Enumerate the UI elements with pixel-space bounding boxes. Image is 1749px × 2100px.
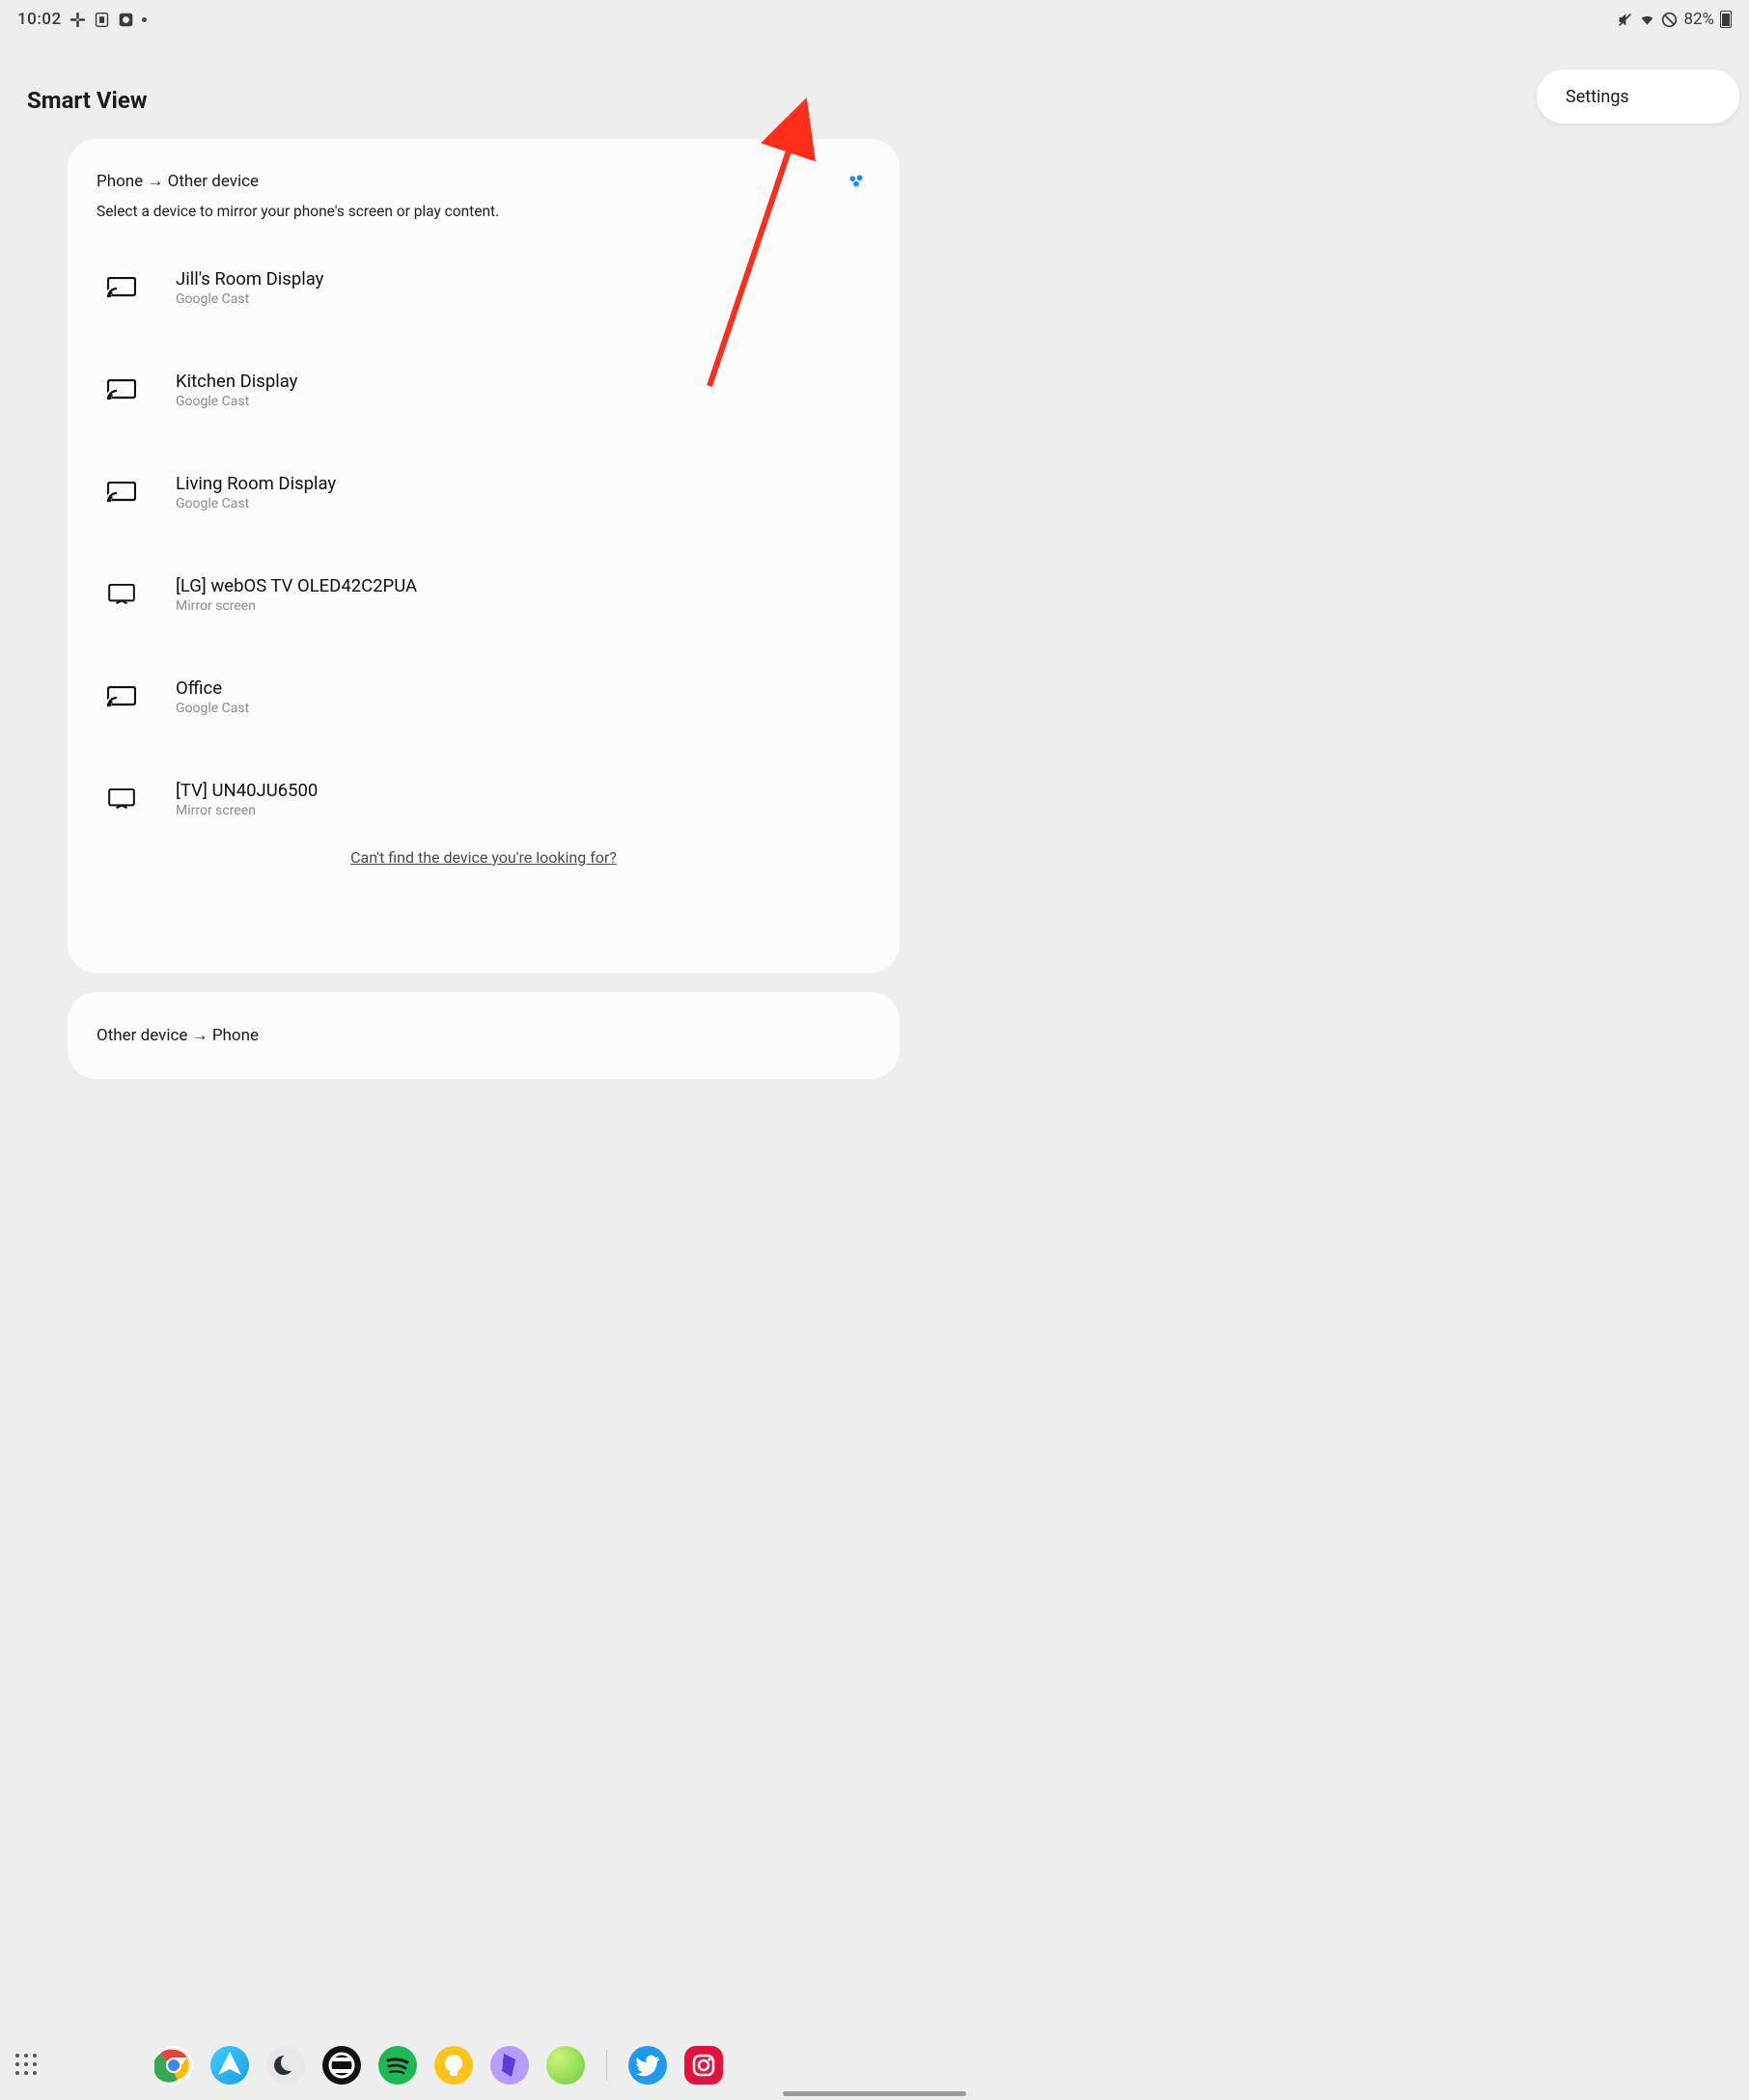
- page-title: Smart View: [27, 87, 148, 114]
- settings-label: Settings: [1566, 87, 1629, 107]
- device-subtitle: Mirror screen: [176, 803, 318, 818]
- device-subtitle: Google Cast: [176, 291, 323, 307]
- settings-menu-item[interactable]: Settings: [1537, 69, 1739, 124]
- dnd-icon: [1661, 12, 1678, 28]
- dock-separator: [606, 2050, 607, 2081]
- device-name: [TV] UN40JU6500: [176, 780, 318, 801]
- dock-app-chrome[interactable]: [154, 2046, 193, 2085]
- cast-icon: [106, 377, 137, 402]
- device-row[interactable]: [LG] webOS TV OLED42C2PUA Mirror screen: [68, 560, 900, 629]
- card-header: Phone → Other device: [97, 172, 259, 191]
- help-link-text: Can't find the device you're looking for…: [350, 848, 617, 867]
- app-drawer-button[interactable]: [15, 2054, 39, 2077]
- device-subtitle: Google Cast: [176, 701, 249, 716]
- dock-app-instagram[interactable]: [684, 2046, 723, 2085]
- battery-pct: 82%: [1683, 10, 1714, 29]
- mirror-to-device-card: Phone → Other device Select a device to …: [68, 139, 900, 973]
- dock-app-ring[interactable]: [322, 2046, 361, 2085]
- slack-icon: [69, 12, 86, 28]
- cast-icon: [106, 480, 137, 505]
- dock-app-spotify[interactable]: [378, 2046, 417, 2085]
- device-subtitle: Google Cast: [176, 394, 297, 409]
- device-name: Living Room Display: [176, 473, 336, 494]
- device-row[interactable]: [TV] UN40JU6500 Mirror screen: [68, 764, 900, 834]
- dock-apps: [154, 2046, 723, 2085]
- status-bar: 10:02 82%: [0, 0, 1749, 39]
- mute-icon: [1617, 12, 1633, 28]
- card-subtitle: Select a device to mirror your phone's s…: [68, 193, 900, 220]
- smartthings-icon[interactable]: [847, 172, 865, 193]
- device-name: [LG] webOS TV OLED42C2PUA: [176, 575, 417, 596]
- cant-find-device-link[interactable]: Can't find the device you're looking for…: [68, 848, 900, 867]
- media-icon: [118, 12, 134, 28]
- device-row[interactable]: Kitchen Display Google Cast: [68, 355, 900, 425]
- taskbar: [0, 2038, 1749, 2092]
- device-row[interactable]: Living Room Display Google Cast: [68, 457, 900, 527]
- cast-icon: [106, 684, 137, 709]
- dock-app-eclipse[interactable]: [266, 2046, 305, 2085]
- device-name: Office: [176, 677, 249, 699]
- mirror-to-phone-card[interactable]: Other device → Phone: [68, 992, 900, 1079]
- device-row[interactable]: Office Google Cast: [68, 662, 900, 732]
- device-name: Jill's Room Display: [176, 268, 323, 290]
- nav-handle[interactable]: [783, 2091, 966, 2096]
- device-list: Jill's Room DisplayGoogle CastKitchen Di…: [68, 253, 900, 834]
- cast-icon: [106, 275, 137, 300]
- dock-app-send[interactable]: [210, 2046, 249, 2085]
- device-subtitle: Mirror screen: [176, 598, 417, 614]
- more-notifications-dot: [142, 17, 147, 22]
- tv-icon: [106, 582, 137, 607]
- dock-app-privacy[interactable]: [490, 2046, 529, 2085]
- battery-icon: [1720, 11, 1732, 28]
- wifi-icon: [1639, 12, 1655, 28]
- dock-app-twitter[interactable]: [628, 2046, 667, 2085]
- device-subtitle: Google Cast: [176, 496, 336, 511]
- dock-app-planet[interactable]: [546, 2046, 585, 2085]
- card-icon: [94, 12, 110, 28]
- dock-app-bulb[interactable]: [434, 2046, 473, 2085]
- device-name: Kitchen Display: [176, 371, 297, 392]
- tv-icon: [106, 787, 137, 812]
- card2-header: Other device → Phone: [97, 1026, 259, 1045]
- device-row[interactable]: Jill's Room DisplayGoogle Cast: [68, 253, 900, 322]
- status-time: 10:02: [17, 10, 62, 29]
